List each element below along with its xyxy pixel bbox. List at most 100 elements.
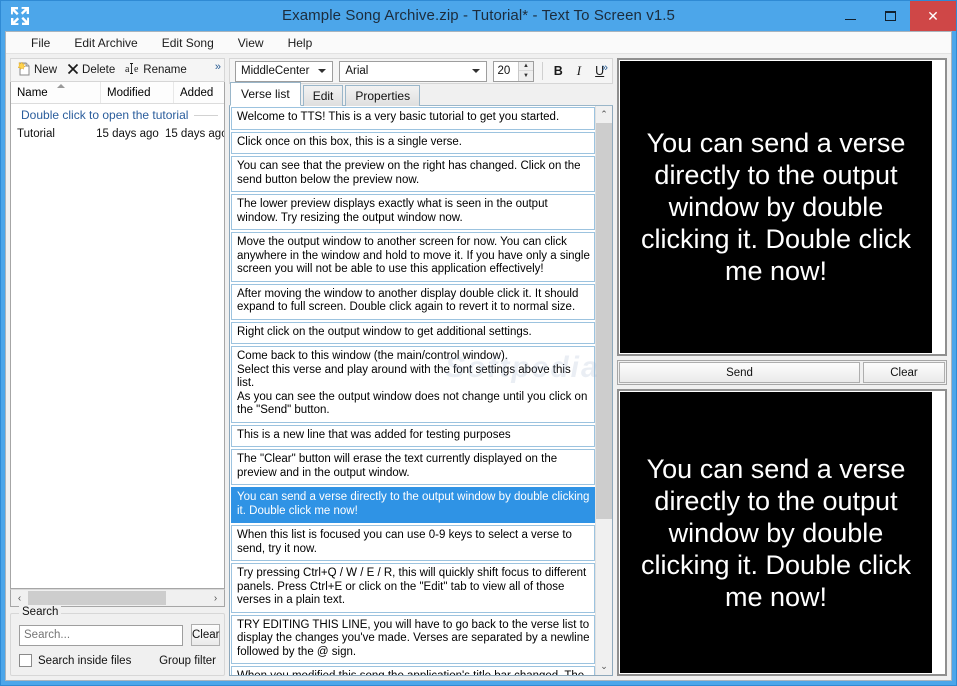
italic-button[interactable]: I: [569, 61, 590, 82]
window-controls: ✕: [830, 1, 956, 31]
preview-panel[interactable]: You can send a verse directly to the out…: [617, 58, 947, 356]
verse-list-area: Welcome to TTS! This is a very basic tut…: [229, 106, 613, 676]
list-item[interactable]: Come back to this window (the main/contr…: [231, 346, 595, 423]
scroll-down-icon[interactable]: ⌄: [596, 658, 612, 675]
list-item[interactable]: Welcome to TTS! This is a very basic tut…: [231, 107, 595, 130]
file-group-header-label: Double click to open the tutorial: [21, 108, 189, 122]
font-size-spin-buttons: ▲ ▼: [518, 61, 533, 81]
send-button[interactable]: Send: [619, 362, 860, 383]
chevron-down-icon: [471, 69, 480, 73]
sort-ascending-icon: [57, 84, 65, 88]
list-item[interactable]: You can see that the preview on the righ…: [231, 156, 595, 192]
group-divider: [194, 114, 218, 116]
list-item[interactable]: Try pressing Ctrl+Q / W / E / R, this wi…: [231, 563, 595, 613]
menu-bar: File Edit Archive Edit Song View Help: [6, 32, 951, 54]
search-options-row: Search inside files Group filter: [19, 654, 216, 667]
file-modified-cell: 15 days ago: [96, 127, 159, 140]
file-added-cell: 15 days ago: [164, 127, 224, 140]
table-row[interactable]: Tutorial 15 days ago 15 days ago: [11, 124, 224, 143]
file-list-header: Name Modified Added: [11, 82, 224, 104]
preview-canvas[interactable]: You can send a verse directly to the out…: [620, 61, 932, 353]
output-window-preview[interactable]: You can send a verse directly to the out…: [617, 389, 947, 676]
rename-button[interactable]: a e Rename: [122, 61, 191, 79]
list-item[interactable]: The "Clear" button will erase the text c…: [231, 449, 595, 485]
list-item[interactable]: Right click on the output window to get …: [231, 321, 595, 344]
search-clear-button[interactable]: Clear: [191, 624, 221, 646]
scroll-left-icon[interactable]: ‹: [11, 593, 28, 604]
toolbar-overflow-chevron-icon[interactable]: »: [215, 61, 221, 73]
menu-file[interactable]: File: [20, 33, 61, 53]
file-list-horizontal-scrollbar[interactable]: ‹ ›: [10, 589, 225, 607]
svg-text:e: e: [134, 64, 139, 75]
vscroll-thumb[interactable]: [596, 123, 612, 519]
list-item[interactable]: This is a new line that was added for te…: [231, 424, 595, 447]
menu-view[interactable]: View: [227, 33, 275, 53]
scroll-right-icon[interactable]: ›: [207, 593, 224, 604]
tab-edit[interactable]: Edit: [302, 85, 344, 106]
column-header-added[interactable]: Added: [174, 82, 224, 103]
clear-button[interactable]: Clear: [863, 362, 945, 383]
archive-file-list[interactable]: Name Modified Added Double click to open…: [10, 82, 225, 589]
list-item[interactable]: After moving the window to another displ…: [231, 283, 595, 320]
hscroll-track[interactable]: [28, 590, 207, 606]
menu-help[interactable]: Help: [277, 33, 324, 53]
checkbox-box-icon: [19, 654, 32, 667]
list-item[interactable]: Move the output window to another screen…: [231, 232, 595, 282]
scroll-up-icon[interactable]: ⌃: [596, 106, 612, 123]
minimize-button[interactable]: [830, 1, 870, 31]
output-text: You can send a verse directly to the out…: [640, 453, 912, 612]
spin-down-icon[interactable]: ▼: [519, 71, 533, 81]
search-row: Clear: [19, 624, 221, 646]
archive-toolbar: New Delete a e Rename »: [10, 58, 225, 82]
close-button[interactable]: ✕: [910, 1, 956, 31]
hscroll-thumb[interactable]: [28, 591, 166, 605]
delete-button[interactable]: Delete: [64, 62, 120, 79]
tab-strip: Verse list Edit Properties: [229, 82, 613, 106]
rename-text-cursor-icon: a e: [125, 62, 140, 78]
vscroll-track[interactable]: [596, 123, 612, 658]
file-name-cell: Tutorial: [17, 127, 55, 140]
search-group: Search Clear Search inside files Group f…: [10, 606, 225, 676]
tab-properties[interactable]: Properties: [345, 85, 421, 106]
delete-button-label: Delete: [82, 64, 116, 76]
spin-up-icon[interactable]: ▲: [519, 62, 533, 71]
new-button[interactable]: New: [15, 61, 62, 80]
window-title: Example Song Archive.zip - Tutorial* - T…: [282, 7, 675, 24]
verse-list[interactable]: Welcome to TTS! This is a very basic tut…: [230, 106, 595, 675]
list-item[interactable]: TRY EDITING THIS LINE, you will have to …: [231, 614, 595, 664]
close-x-icon: [67, 63, 79, 78]
new-file-icon: [17, 61, 31, 79]
font-size-value: 20: [497, 65, 511, 77]
rename-button-label: Rename: [143, 64, 187, 76]
file-group-header[interactable]: Double click to open the tutorial: [11, 104, 224, 124]
list-item-selected[interactable]: You can send a verse directly to the out…: [231, 487, 595, 523]
column-header-name-label: Name: [17, 86, 48, 99]
font-family-dropdown-value: Arial: [345, 65, 369, 77]
list-item[interactable]: When this list is focused you can use 0-…: [231, 525, 595, 561]
list-item[interactable]: Click once on this box, this is a single…: [231, 131, 595, 154]
list-item[interactable]: The lower preview displays exactly what …: [231, 194, 595, 230]
search-inside-files-checkbox[interactable]: Search inside files: [19, 654, 131, 667]
preview-actions: Send Clear: [617, 360, 947, 385]
column-header-name[interactable]: Name: [11, 82, 101, 103]
format-toolbar-overflow-chevron-icon[interactable]: »: [602, 62, 608, 74]
column-header-modified[interactable]: Modified: [101, 82, 174, 103]
list-item[interactable]: When you modified this song the applicat…: [231, 666, 595, 675]
font-size-stepper[interactable]: 20 ▲ ▼: [492, 60, 534, 82]
output-gutter: [932, 392, 944, 673]
font-family-dropdown[interactable]: Arial: [339, 60, 487, 82]
maximize-button[interactable]: [870, 1, 910, 31]
title-bar: Example Song Archive.zip - Tutorial* - T…: [1, 1, 956, 31]
verse-list-scrollbar[interactable]: ⌃ ⌄: [595, 106, 612, 675]
bold-button[interactable]: B: [548, 61, 569, 82]
output-canvas[interactable]: You can send a verse directly to the out…: [620, 392, 932, 673]
menu-edit-archive[interactable]: Edit Archive: [63, 33, 148, 53]
group-filter-button[interactable]: Group filter: [159, 655, 216, 667]
tab-verse-list[interactable]: Verse list: [230, 82, 301, 106]
menu-edit-song[interactable]: Edit Song: [151, 33, 225, 53]
alignment-dropdown[interactable]: MiddleCenter: [235, 60, 334, 82]
svg-text:a: a: [125, 64, 130, 75]
new-button-label: New: [34, 64, 58, 76]
search-group-legend: Search: [19, 606, 62, 618]
search-input[interactable]: [19, 624, 183, 646]
